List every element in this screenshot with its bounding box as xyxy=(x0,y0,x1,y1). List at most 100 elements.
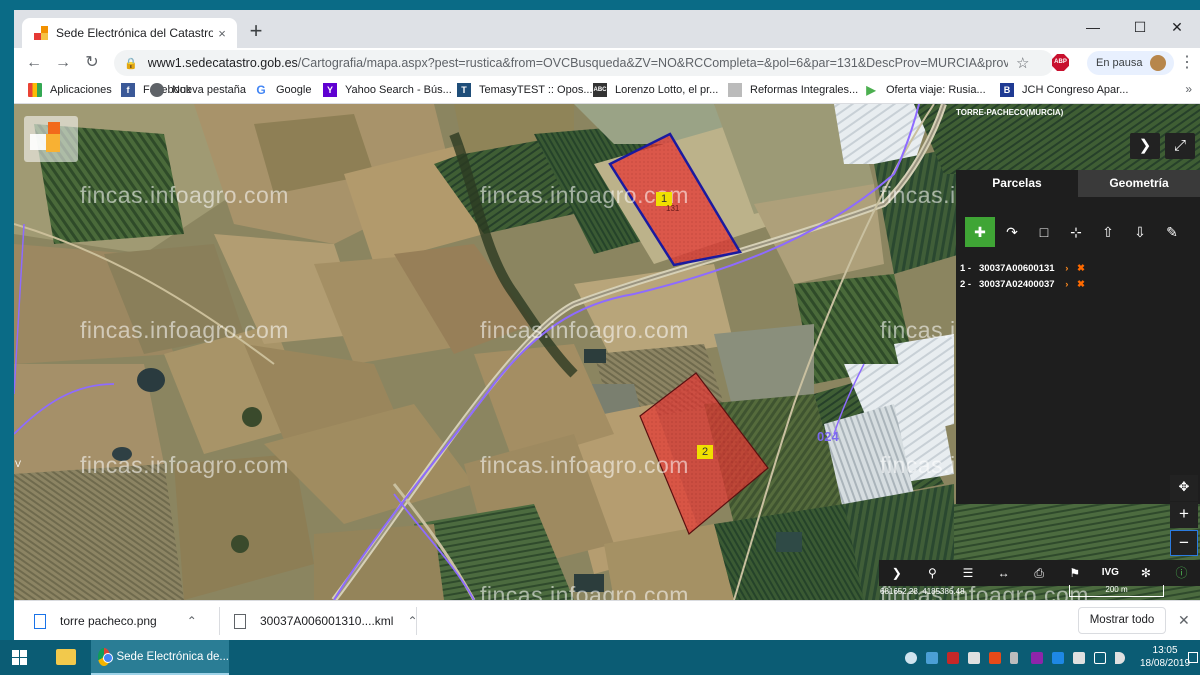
measure-icon[interactable]: ↔ xyxy=(986,560,1022,586)
scale-bar: 200 m xyxy=(1069,585,1164,597)
new-tab-button[interactable]: + xyxy=(244,20,268,42)
bookmark-star-icon[interactable]: ☆ xyxy=(1016,54,1029,72)
tab-close-icon[interactable]: × xyxy=(213,26,231,41)
watermark: fincas.infoagro.com xyxy=(480,452,689,478)
remove-parcel-icon[interactable]: ✖ xyxy=(1077,279,1085,290)
download-item[interactable]: 30037A006001310....kml ⌃ xyxy=(234,601,418,641)
tab-geometria[interactable]: Geometría xyxy=(1078,170,1200,197)
download-filename: 30037A006001310....kml xyxy=(260,614,394,628)
url-input[interactable]: 🔒 www1.sedecatastro.gob.es/Cartografia/m… xyxy=(114,50,1054,76)
browser-menu-icon[interactable]: ⋮ xyxy=(1179,52,1195,72)
layers-icon[interactable]: ☰ xyxy=(950,560,986,586)
bookmark-item[interactable]: Aplicaciones xyxy=(28,83,112,97)
facebook-icon: f xyxy=(121,83,135,97)
bookmark-item[interactable]: T TemasyTEST :: Opos... xyxy=(457,83,593,97)
antivirus-icon[interactable] xyxy=(947,652,959,664)
minimize-button[interactable]: — xyxy=(1070,14,1116,40)
go-to-parcel-icon[interactable]: › xyxy=(1065,263,1068,274)
fullscreen-icon[interactable]: ⤢ xyxy=(1165,133,1195,159)
select-parcel-icon[interactable]: ↷ xyxy=(997,217,1027,247)
watermark: fincas.infoagro.com xyxy=(80,452,289,478)
file-explorer-icon[interactable] xyxy=(56,649,76,665)
catastro-favicon-icon xyxy=(34,26,48,40)
chevron-up-icon[interactable]: ⌃ xyxy=(187,614,197,628)
notifications-icon[interactable] xyxy=(1188,652,1198,663)
zoom-out-button[interactable]: − xyxy=(1170,530,1198,556)
onedrive-icon[interactable] xyxy=(905,652,917,664)
expand-panel-button[interactable]: ❯ xyxy=(1130,133,1160,159)
window-close-button[interactable]: ✕ xyxy=(1154,14,1200,40)
bluetooth-icon[interactable] xyxy=(1052,652,1064,664)
watermark: fincas.infoagro.com xyxy=(80,182,289,208)
watermark: fincas.infoagro.com xyxy=(80,317,289,343)
bookmark-item[interactable]: G Google xyxy=(254,83,311,97)
lock-icon: 🔒 xyxy=(124,57,138,70)
add-point-icon[interactable]: ⊹ xyxy=(1061,217,1091,247)
bookmark-item[interactable]: Y Yahoo Search - Bús... xyxy=(323,83,452,97)
chrome-taskbar-button[interactable]: Sede Electrónica de... xyxy=(91,640,229,675)
watermark: fincas.infoagro.com xyxy=(480,582,689,600)
reformas-icon xyxy=(728,83,742,97)
zoom-in-button[interactable]: + xyxy=(1170,502,1198,528)
system-clock[interactable]: 13:05 18/08/2019 xyxy=(1140,644,1190,670)
temasytest-icon: T xyxy=(457,83,471,97)
network-icon[interactable] xyxy=(1073,652,1085,664)
catastro-logo[interactable] xyxy=(24,116,78,162)
globe-icon xyxy=(150,83,164,97)
adblock-plus-icon[interactable]: ABP xyxy=(1052,54,1069,71)
download-icon[interactable]: ⇩ xyxy=(1125,217,1155,247)
list-item[interactable]: 2 - 30037A02400037 › ✖ xyxy=(960,279,1085,290)
reload-button[interactable]: ↻ xyxy=(80,52,104,74)
download-item[interactable]: torre pacheco.png ⌃ xyxy=(34,601,197,641)
tray-icon[interactable] xyxy=(968,652,980,664)
forward-button[interactable]: → xyxy=(51,52,75,74)
coordinates-readout: 681652.28, 4185386.48 xyxy=(880,587,965,596)
list-item[interactable]: 1 - 30037A00600131 › ✖ xyxy=(960,263,1085,274)
edit-icon[interactable]: ✎ xyxy=(1157,217,1187,247)
add-area-icon[interactable]: □ xyxy=(1029,217,1059,247)
bookmarks-overflow-icon[interactable]: » xyxy=(1185,82,1192,96)
show-all-button[interactable]: Mostrar todo xyxy=(1078,607,1166,634)
tray-icon[interactable] xyxy=(1031,652,1043,664)
collapse-toolbar-icon[interactable]: ❯ xyxy=(879,560,915,586)
tab-title: Sede Electrónica del Catastro xyxy=(56,26,213,40)
remove-parcel-icon[interactable]: ✖ xyxy=(1077,263,1085,274)
battery-icon[interactable] xyxy=(1094,652,1106,664)
close-downloads-icon[interactable]: ✕ xyxy=(1178,612,1190,629)
map-canvas[interactable]: V fincas.infoagro.com fincas.infoagro.co… xyxy=(14,104,1200,600)
locate-icon[interactable]: ✥ xyxy=(1170,475,1198,501)
chrome-icon xyxy=(98,647,114,666)
search-icon[interactable]: ⚲ xyxy=(915,560,951,586)
bookmark-item[interactable]: Nueva pestaña xyxy=(150,83,246,97)
parcel-2-label[interactable]: 2 xyxy=(697,445,713,459)
browser-tab[interactable]: Sede Electrónica del Catastro × xyxy=(22,18,237,48)
bookmark-item[interactable]: ▶ Oferta viaje: Rusia... xyxy=(864,83,985,97)
volume-icon[interactable] xyxy=(1115,652,1125,664)
print-icon[interactable]: ⎙ xyxy=(1021,560,1057,586)
add-parcel-icon[interactable]: ✚ xyxy=(965,217,995,247)
download-filename: torre pacheco.png xyxy=(60,614,157,628)
profile-button[interactable]: En pausa xyxy=(1087,51,1175,75)
bookmark-item[interactable]: ABC Lorenzo Lotto, el pr... xyxy=(593,83,718,97)
bookmark-item[interactable]: Reformas Integrales... xyxy=(728,83,858,97)
divider xyxy=(219,607,220,635)
address-bar: ← → ↻ 🔒 www1.sedecatastro.gob.es/Cartogr… xyxy=(14,48,1200,78)
info-icon[interactable]: ⓘ xyxy=(1164,560,1200,586)
tab-parcelas[interactable]: Parcelas xyxy=(956,170,1078,197)
street-view-icon[interactable]: ⚑ xyxy=(1057,560,1093,586)
avatar xyxy=(1150,55,1167,71)
back-button[interactable]: ← xyxy=(22,52,46,74)
usb-icon[interactable] xyxy=(1010,652,1018,664)
cluster-icon[interactable]: ✻ xyxy=(1128,560,1164,586)
divider xyxy=(416,607,417,635)
tray-icon[interactable] xyxy=(926,652,938,664)
image-file-icon xyxy=(34,613,46,629)
bookmark-item[interactable]: B JCH Congreso Apar... xyxy=(1000,83,1128,97)
tray-icon[interactable] xyxy=(989,652,1001,664)
ivg-button[interactable]: IVG xyxy=(1093,560,1129,586)
upload-icon[interactable]: ⇧ xyxy=(1093,217,1123,247)
parcel-ref[interactable]: 30037A02400037 xyxy=(979,279,1055,290)
windows-start-icon[interactable] xyxy=(12,650,28,666)
parcel-ref[interactable]: 30037A00600131 xyxy=(979,263,1055,274)
go-to-parcel-icon[interactable]: › xyxy=(1065,279,1068,290)
